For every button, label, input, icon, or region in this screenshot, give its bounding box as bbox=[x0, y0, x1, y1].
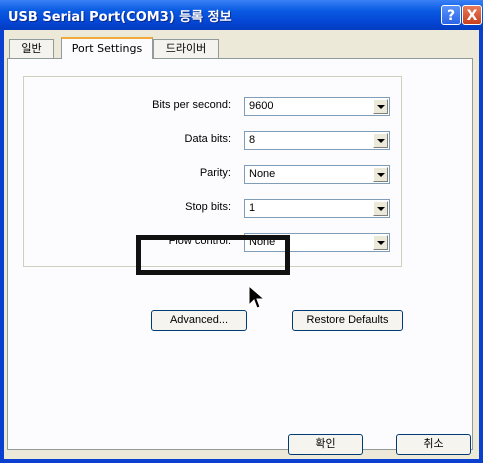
data-bits-label: Data bits: bbox=[184, 133, 231, 145]
bits-per-second-label: Bits per second: bbox=[152, 99, 231, 111]
title-bar[interactable]: USB Serial Port(COM3) 등록 정보 ? X bbox=[0, 0, 483, 30]
advanced-button[interactable]: Advanced... bbox=[151, 310, 247, 331]
chevron-down-icon[interactable] bbox=[373, 133, 388, 148]
window-title: USB Serial Port(COM3) 등록 정보 bbox=[8, 10, 232, 25]
chevron-down-icon[interactable] bbox=[373, 235, 388, 250]
tab-driver[interactable]: 드라이버 bbox=[153, 39, 219, 58]
restore-defaults-button[interactable]: Restore Defaults bbox=[292, 310, 403, 331]
stop-bits-label: Stop bits: bbox=[185, 201, 231, 213]
tab-port-settings[interactable]: Port Settings bbox=[61, 37, 153, 59]
chevron-down-icon[interactable] bbox=[373, 167, 388, 182]
highlight-box bbox=[136, 235, 290, 275]
stop-bits-select[interactable]: 1 bbox=[244, 199, 390, 218]
data-bits-value: 8 bbox=[249, 134, 256, 146]
parity-label: Parity: bbox=[199, 167, 231, 179]
properties-window: USB Serial Port(COM3) 등록 정보 ? X 일반 Port … bbox=[0, 0, 483, 463]
ok-button[interactable]: 확인 bbox=[288, 434, 363, 455]
parity-value: None bbox=[249, 168, 276, 180]
stop-bits-value: 1 bbox=[249, 202, 256, 214]
chevron-down-icon[interactable] bbox=[373, 201, 388, 216]
bits-per-second-select[interactable]: 9600 bbox=[244, 97, 390, 116]
cancel-button[interactable]: 취소 bbox=[396, 434, 471, 455]
help-button[interactable]: ? bbox=[441, 5, 461, 25]
parity-select[interactable]: None bbox=[244, 165, 390, 184]
data-bits-select[interactable]: 8 bbox=[244, 131, 390, 150]
tab-general[interactable]: 일반 bbox=[9, 39, 54, 58]
bits-per-second-value: 9600 bbox=[249, 100, 274, 112]
chevron-down-icon[interactable] bbox=[373, 99, 388, 114]
close-button[interactable]: X bbox=[462, 5, 482, 25]
